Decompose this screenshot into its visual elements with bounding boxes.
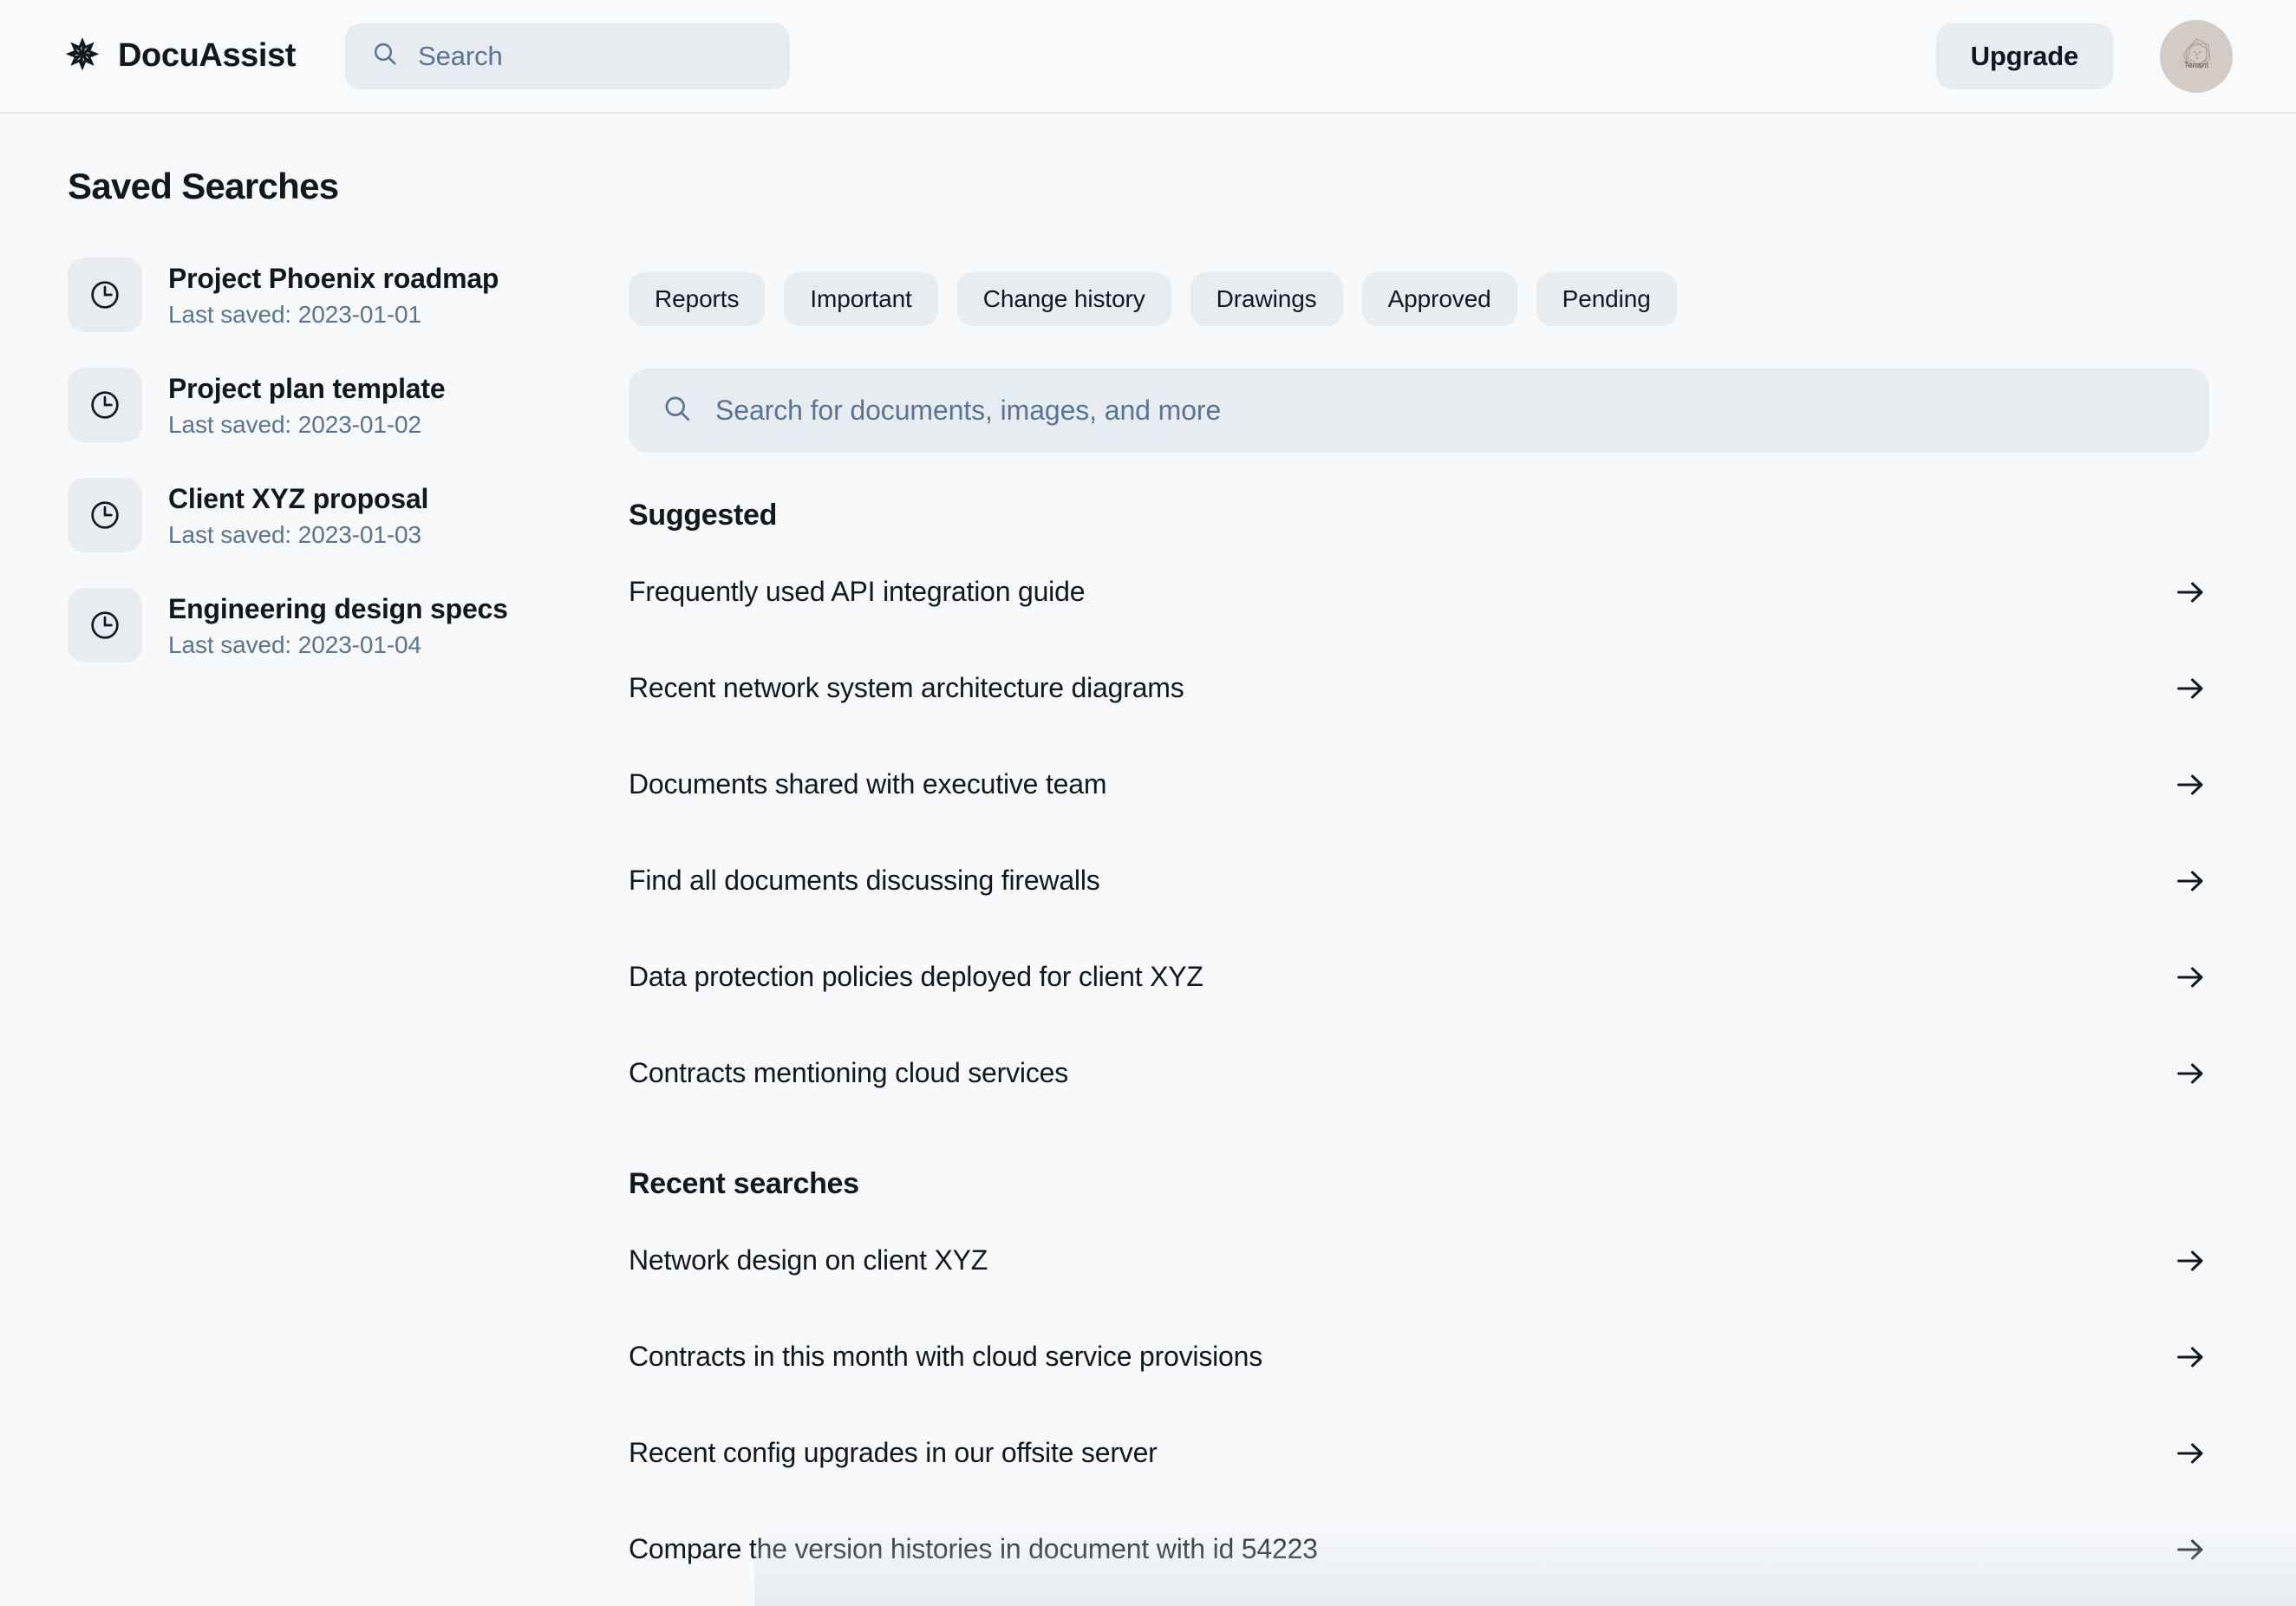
recent-row-label: Contracts in this month with cloud servi… <box>629 1341 1263 1372</box>
suggested-row-label: Recent network system architecture diagr… <box>629 672 1184 703</box>
brand-name: DocuAssist <box>118 37 297 74</box>
upgrade-button[interactable]: Upgrade <box>1935 23 2113 89</box>
app-header: ✵ DocuAssist Search Upgrade Tenant <box>0 0 2296 114</box>
filter-chip-change-history[interactable]: Change history <box>956 272 1171 326</box>
sidebar-title: Saved Searches <box>68 166 339 206</box>
recent-row[interactable]: Recent config upgrades in our offsite se… <box>629 1405 2209 1501</box>
clock-icon <box>68 258 142 332</box>
recent-row-label: Recent config upgrades in our offsite se… <box>629 1437 1158 1468</box>
filter-chip-reports[interactable]: Reports <box>629 272 766 326</box>
saved-search-subtitle: Last saved: 2023-01-02 <box>168 411 422 438</box>
suggested-row[interactable]: Documents shared with executive team <box>629 736 2209 832</box>
header-search-input[interactable]: Search <box>345 23 791 89</box>
search-icon <box>371 40 399 72</box>
suggested-row[interactable]: Recent network system architecture diagr… <box>629 640 2209 736</box>
suggested-row-label: Data protection policies deployed for cl… <box>629 961 1203 992</box>
saved-search-item[interactable]: Project Phoenix roadmap Last saved: 2023… <box>68 258 629 332</box>
saved-search-title: Client XYZ proposal <box>168 483 429 514</box>
saved-search-title: Engineering design specs <box>168 593 508 624</box>
header-search-placeholder: Search <box>418 40 503 71</box>
saved-search-item[interactable]: Project plan template Last saved: 2023-0… <box>68 368 629 442</box>
filter-chip-approved[interactable]: Approved <box>1361 272 1517 326</box>
saved-search-subtitle: Last saved: 2023-01-01 <box>168 301 422 328</box>
recent-row-label: Compare the version histories in documen… <box>629 1533 1318 1564</box>
arrow-right-icon[interactable] <box>2171 766 2209 804</box>
saved-search-title: Project plan template <box>168 373 446 404</box>
suggested-row-label: Frequently used API integration guide <box>629 576 1086 607</box>
arrow-right-icon[interactable] <box>2171 1338 2209 1376</box>
brand[interactable]: ✵ DocuAssist <box>65 31 297 77</box>
clock-icon <box>68 478 142 552</box>
main-content: Reports Important Change history Drawing… <box>629 114 2296 1606</box>
suggested-row-label: Documents shared with executive team <box>629 768 1107 800</box>
avatar[interactable]: Tenant <box>2160 19 2233 93</box>
arrow-right-icon[interactable] <box>2171 573 2209 611</box>
filter-chips: Reports Important Change history Drawing… <box>629 114 2209 326</box>
clock-icon <box>68 588 142 663</box>
arrow-right-icon[interactable] <box>2171 1531 2209 1569</box>
recent-row[interactable]: Contracts in this month with cloud servi… <box>629 1309 2209 1405</box>
arrow-right-icon[interactable] <box>2171 862 2209 900</box>
saved-searches-list: Project Phoenix roadmap Last saved: 2023… <box>68 258 629 663</box>
recent-list: Network design on client XYZ Contracts i… <box>629 1212 2209 1597</box>
page-body: Saved Searches Project Phoenix roadmap L… <box>0 114 2296 1606</box>
sidebar: Saved Searches Project Phoenix roadmap L… <box>0 114 629 1606</box>
arrow-right-icon[interactable] <box>2171 1242 2209 1280</box>
search-icon <box>662 393 693 428</box>
arrow-right-icon[interactable] <box>2171 1434 2209 1472</box>
clock-icon <box>68 368 142 442</box>
saved-search-subtitle: Last saved: 2023-01-03 <box>168 521 422 548</box>
recent-row[interactable]: Network design on client XYZ <box>629 1212 2209 1309</box>
suggested-section-title: Suggested <box>629 499 778 532</box>
main-search-input[interactable]: Search for documents, images, and more <box>629 369 2209 453</box>
filter-chip-pending[interactable]: Pending <box>1536 272 1677 326</box>
suggested-row[interactable]: Data protection policies deployed for cl… <box>629 929 2209 1025</box>
main-search-placeholder: Search for documents, images, and more <box>715 395 1222 426</box>
arrow-right-icon[interactable] <box>2171 669 2209 708</box>
saved-search-subtitle: Last saved: 2023-01-04 <box>168 631 422 658</box>
filter-chip-important[interactable]: Important <box>784 272 938 326</box>
arrow-right-icon[interactable] <box>2171 958 2209 996</box>
avatar-label: Tenant <box>2183 60 2209 69</box>
saved-search-item[interactable]: Client XYZ proposal Last saved: 2023-01-… <box>68 478 629 552</box>
suggested-row-label: Contracts mentioning cloud services <box>629 1057 1069 1088</box>
suggested-row[interactable]: Contracts mentioning cloud services <box>629 1025 2209 1121</box>
recent-row[interactable]: Compare the version histories in documen… <box>629 1501 2209 1597</box>
arrow-right-icon[interactable] <box>2171 1054 2209 1093</box>
saved-search-title: Project Phoenix roadmap <box>168 263 499 294</box>
header-actions: Upgrade Tenant <box>1935 19 2233 93</box>
recent-section-title: Recent searches <box>629 1167 859 1200</box>
suggested-row[interactable]: Frequently used API integration guide <box>629 544 2209 640</box>
asterisk-icon: ✵ <box>65 31 100 77</box>
filter-chip-drawings[interactable]: Drawings <box>1190 272 1343 326</box>
recent-row-label: Network design on client XYZ <box>629 1244 988 1276</box>
suggested-list: Frequently used API integration guide Re… <box>629 544 2209 1121</box>
suggested-row-label: Find all documents discussing firewalls <box>629 865 1100 896</box>
saved-search-item[interactable]: Engineering design specs Last saved: 202… <box>68 588 629 663</box>
suggested-row[interactable]: Find all documents discussing firewalls <box>629 832 2209 929</box>
